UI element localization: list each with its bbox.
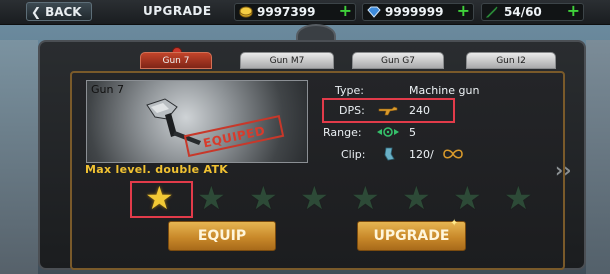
- gold-value: 9997399: [257, 5, 316, 19]
- add-gems-plus-icon[interactable]: +: [457, 3, 470, 19]
- add-ammo-plus-icon[interactable]: +: [567, 3, 580, 19]
- add-gold-plus-icon[interactable]: +: [339, 3, 352, 19]
- gun-name: Gun 7: [91, 83, 124, 96]
- dps-value: 240: [409, 104, 430, 117]
- page-title: UPGRADE: [143, 4, 212, 18]
- star-icon-2: ★: [197, 179, 226, 217]
- star-icon-8: ★: [504, 179, 533, 217]
- background-scenery-right: [586, 40, 610, 274]
- star-icon-7: ★: [453, 179, 482, 217]
- gem-counter: 9999999 +: [362, 3, 474, 21]
- range-icon: [376, 126, 400, 141]
- tab-gun-7[interactable]: Gun 7: [140, 52, 212, 69]
- back-button[interactable]: ❮ BACK: [26, 2, 92, 21]
- gun-card: Gun 7 EQUIPED: [86, 80, 308, 163]
- star-icon-5: ★: [351, 179, 380, 217]
- range-label: Range:: [323, 126, 362, 139]
- star-icon-1: ★: [145, 179, 174, 217]
- star-icon-3: ★: [249, 179, 278, 217]
- clip-value: 120/: [409, 148, 434, 161]
- clip-label: Clip:: [341, 148, 366, 161]
- max-level-text: Max level. double ATK: [85, 163, 229, 176]
- double-chevron-right-icon[interactable]: ››: [555, 158, 571, 182]
- infinity-icon: [442, 149, 464, 162]
- chevron-left-icon: ❮: [31, 5, 42, 19]
- ammo-counter: 54/60 +: [481, 3, 584, 21]
- ammo-value: 54/60: [504, 5, 542, 19]
- background-scenery-left: [0, 40, 38, 274]
- type-value: Machine gun: [409, 84, 480, 97]
- coin-icon: [239, 6, 253, 22]
- clip-icon: [383, 147, 395, 164]
- star-icon-6: ★: [402, 179, 431, 217]
- back-label: BACK: [45, 5, 82, 19]
- star-icon-4: ★: [300, 179, 329, 217]
- gun-icon: [378, 104, 398, 119]
- range-value: 5: [409, 126, 416, 139]
- top-bar: ❮ BACK UPGRADE 9997399 + 9999999 + 54/60 …: [0, 0, 610, 25]
- type-label: Type:: [335, 84, 364, 97]
- gem-icon: [367, 6, 381, 22]
- tab-gun-m7[interactable]: Gun M7: [240, 52, 334, 69]
- gold-counter: 9997399 +: [234, 3, 356, 21]
- tab-gun-i2[interactable]: Gun I2: [466, 52, 556, 69]
- tab-gun-g7[interactable]: Gun G7: [352, 52, 444, 69]
- dps-label: DPS:: [339, 104, 365, 117]
- gems-value: 9999999: [385, 5, 444, 19]
- bullet-icon: [485, 6, 498, 22]
- equip-button[interactable]: EQUIP: [168, 221, 276, 251]
- sparkle-icon: ✦: [450, 218, 459, 229]
